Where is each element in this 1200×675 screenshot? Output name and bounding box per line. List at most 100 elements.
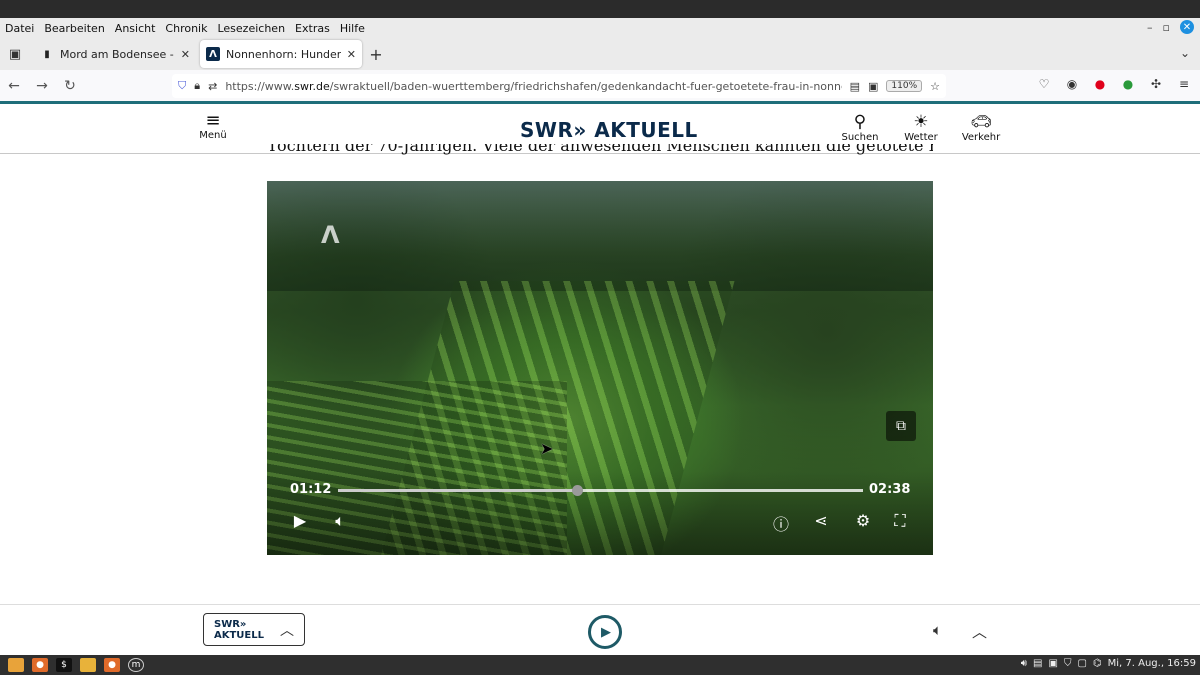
window-controls: – ▫ ✕ [1147,20,1194,34]
menu-chronik[interactable]: Chronik [160,22,212,35]
tab-list-icon[interactable]: ▣ [0,38,30,70]
tab-title: Mord am Bodensee - Was g [60,47,175,61]
info-icon[interactable]: ⓘ [770,511,792,535]
video-player[interactable]: Λ ⧉ ➤ 01:12 02:38 ▶ 🔈︎ ⓘ ⋖ ⚙ ⛶ [267,181,933,555]
pocket-icon[interactable]: ♡ [1036,77,1052,91]
minimize-button[interactable]: – [1147,21,1153,34]
audio-volume-icon[interactable]: 🔈︎ [933,621,942,639]
menu-lesezeichen[interactable]: Lesezeichen [212,22,290,35]
badge-line-1: SWR» [214,618,247,630]
reload-icon[interactable]: ↻ [56,78,84,94]
traffic-label: Verkehr [961,132,1001,143]
hamburger-icon: ≡ [205,110,221,131]
reader-view-icon[interactable]: ▤ [850,80,860,93]
forward-arrow-icon[interactable]: → [28,78,56,94]
menu-datei[interactable]: Datei [0,22,39,35]
system-tray: 🔊︎ ▤ ▣ ⛉ ▢ ⌬ Mi, 7. Aug., 16:59 [1021,658,1196,669]
hamburger-menu-icon[interactable]: ≡ [1176,77,1192,91]
tray-update-icon[interactable]: ▣ [1048,658,1057,669]
bookmark-star-icon[interactable]: ☆ [930,80,940,93]
settings-gear-icon[interactable]: ⚙ [852,511,874,530]
mint-icon[interactable]: m [128,658,144,672]
new-tab-button[interactable]: + [362,45,390,64]
traffic-button[interactable]: 🚗︎ Verkehr [956,112,1006,143]
broadcaster-watermark: Λ [321,221,340,249]
browser-menubar: Datei Bearbeiten Ansicht Chronik Lesezei… [0,18,1200,38]
menu-hilfe[interactable]: Hilfe [335,22,370,35]
terminal-icon[interactable]: $ [56,658,72,672]
tray-shield-icon[interactable]: ⛉ [1064,658,1072,669]
share-icon[interactable]: ⋖ [810,511,832,530]
zoom-level-button[interactable]: 110% [886,80,923,92]
lock-icon[interactable]: 🔒︎ [194,79,200,93]
files-icon[interactable] [80,658,96,672]
tray-network-icon[interactable]: ⌬ [1093,658,1102,669]
swr-aktuell-logo[interactable]: SWR» AKTUELL [520,118,698,142]
video-frame-trees [267,181,933,291]
fullscreen-icon[interactable]: ⛶ [889,511,911,531]
tab-bar: ▣ ▮ Mord am Bodensee - Was g ✕ Λ Nonnenh… [0,38,1200,70]
article-text-line: Töchtern der 70-Jährigen. Viele der anwe… [267,144,933,155]
audio-play-button[interactable]: ▶ [588,615,622,649]
navigation-toolbar: ← → ↻ ⛉ 🔒︎ ⇄ https://www.swr.de/swraktue… [0,70,1200,102]
extensions-puzzle-icon[interactable]: ✣ [1148,77,1164,91]
tab-title: Nonnenhorn: Hunderte Me [226,47,341,61]
green-extension-icon[interactable]: ● [1120,77,1136,91]
back-arrow-icon[interactable]: ← [0,78,28,94]
account-icon[interactable]: ◉ [1064,77,1080,91]
swr-favicon-icon: Λ [206,47,220,61]
volume-icon[interactable]: 🔈︎ [329,511,351,531]
progress-knob[interactable] [572,485,584,496]
mouse-cursor-icon: ➤ [540,439,554,458]
weather-button[interactable]: ☀ Wetter [896,112,946,143]
permissions-icon[interactable]: ⇄ [208,80,217,93]
app-menu-icon[interactable] [8,658,24,672]
chevron-up-icon[interactable]: ︿ [280,620,294,640]
url-bar[interactable]: ⛉ 🔒︎ ⇄ https://www.swr.de/swraktuell/bad… [172,74,946,98]
tab-nonnenhorn[interactable]: Λ Nonnenhorn: Hunderte Me ✕ [200,40,362,68]
firefox-icon[interactable]: ● [32,658,48,672]
chart-favicon-icon: ▮ [44,48,50,60]
duration-time: 02:38 [869,482,911,497]
menu-ansicht[interactable]: Ansicht [110,22,161,35]
tab-close-icon[interactable]: ✕ [181,48,190,61]
search-button[interactable]: ⚲ Suchen [835,112,885,143]
weather-label: Wetter [904,132,938,143]
expand-chevron-up-icon[interactable]: ︿ [972,621,987,642]
play-icon[interactable]: ▶ [289,511,311,530]
video-progress-bar[interactable] [338,485,863,496]
article-paragraph: Töchtern der 70-Jährigen. Viele der anwe… [267,144,933,158]
tray-window-icon[interactable]: ▢ [1077,658,1086,669]
tray-volume-icon[interactable]: 🔊︎ [1021,658,1027,669]
site-menu-button[interactable]: ≡ Menü [198,110,228,142]
shield-icon[interactable]: ⛉ [178,79,186,93]
restore-button[interactable]: ▫ [1163,21,1170,34]
clock[interactable]: Mi, 7. Aug., 16:59 [1108,658,1196,669]
os-taskbar: ● $ ● m 🔊︎ ▤ ▣ ⛉ ▢ ⌬ Mi, 7. Aug., 16:59 [0,655,1200,675]
badge-line-2: AKTUELL [214,629,265,641]
search-icon: ⚲ [853,112,867,132]
video-controls: 01:12 02:38 ▶ 🔈︎ ⓘ ⋖ ⚙ ⛶ [267,471,933,555]
current-time: 01:12 [290,482,332,497]
tray-clipboard-icon[interactable]: ▤ [1033,658,1042,669]
chevron-down-icon[interactable]: ⌄ [1180,46,1190,60]
tab-close-icon[interactable]: ✕ [347,48,356,61]
swr-aktuell-badge[interactable]: SWR» AKTUELL ︿ [203,613,305,646]
search-label: Suchen [841,132,879,143]
opera-extension-icon[interactable]: ● [1092,77,1108,91]
pip-toggle-icon[interactable]: ▣ [868,80,878,93]
menu-label: Menü [199,130,227,141]
tab-mord-am-bodensee[interactable]: ▮ Mord am Bodensee - Was g ✕ [34,40,196,68]
picture-in-picture-icon[interactable]: ⧉ [886,411,916,441]
progress-fill [338,489,578,492]
menu-extras[interactable]: Extras [290,22,335,35]
system-top-bar [0,0,1200,18]
audio-player-bar: SWR» AKTUELL ︿ ▶ 🔈︎ ︿ [0,604,1200,655]
sun-cloud-icon: ☀ [913,112,929,132]
url-text[interactable]: https://www.swr.de/swraktuell/baden-wuer… [225,80,841,93]
close-window-button[interactable]: ✕ [1180,20,1194,34]
firefox-window-icon[interactable]: ● [104,658,120,672]
menu-bearbeiten[interactable]: Bearbeiten [39,22,109,35]
car-icon: 🚗︎ [970,112,992,132]
toolbar-extensions: ♡ ◉ ● ● ✣ ≡ [1036,77,1192,91]
